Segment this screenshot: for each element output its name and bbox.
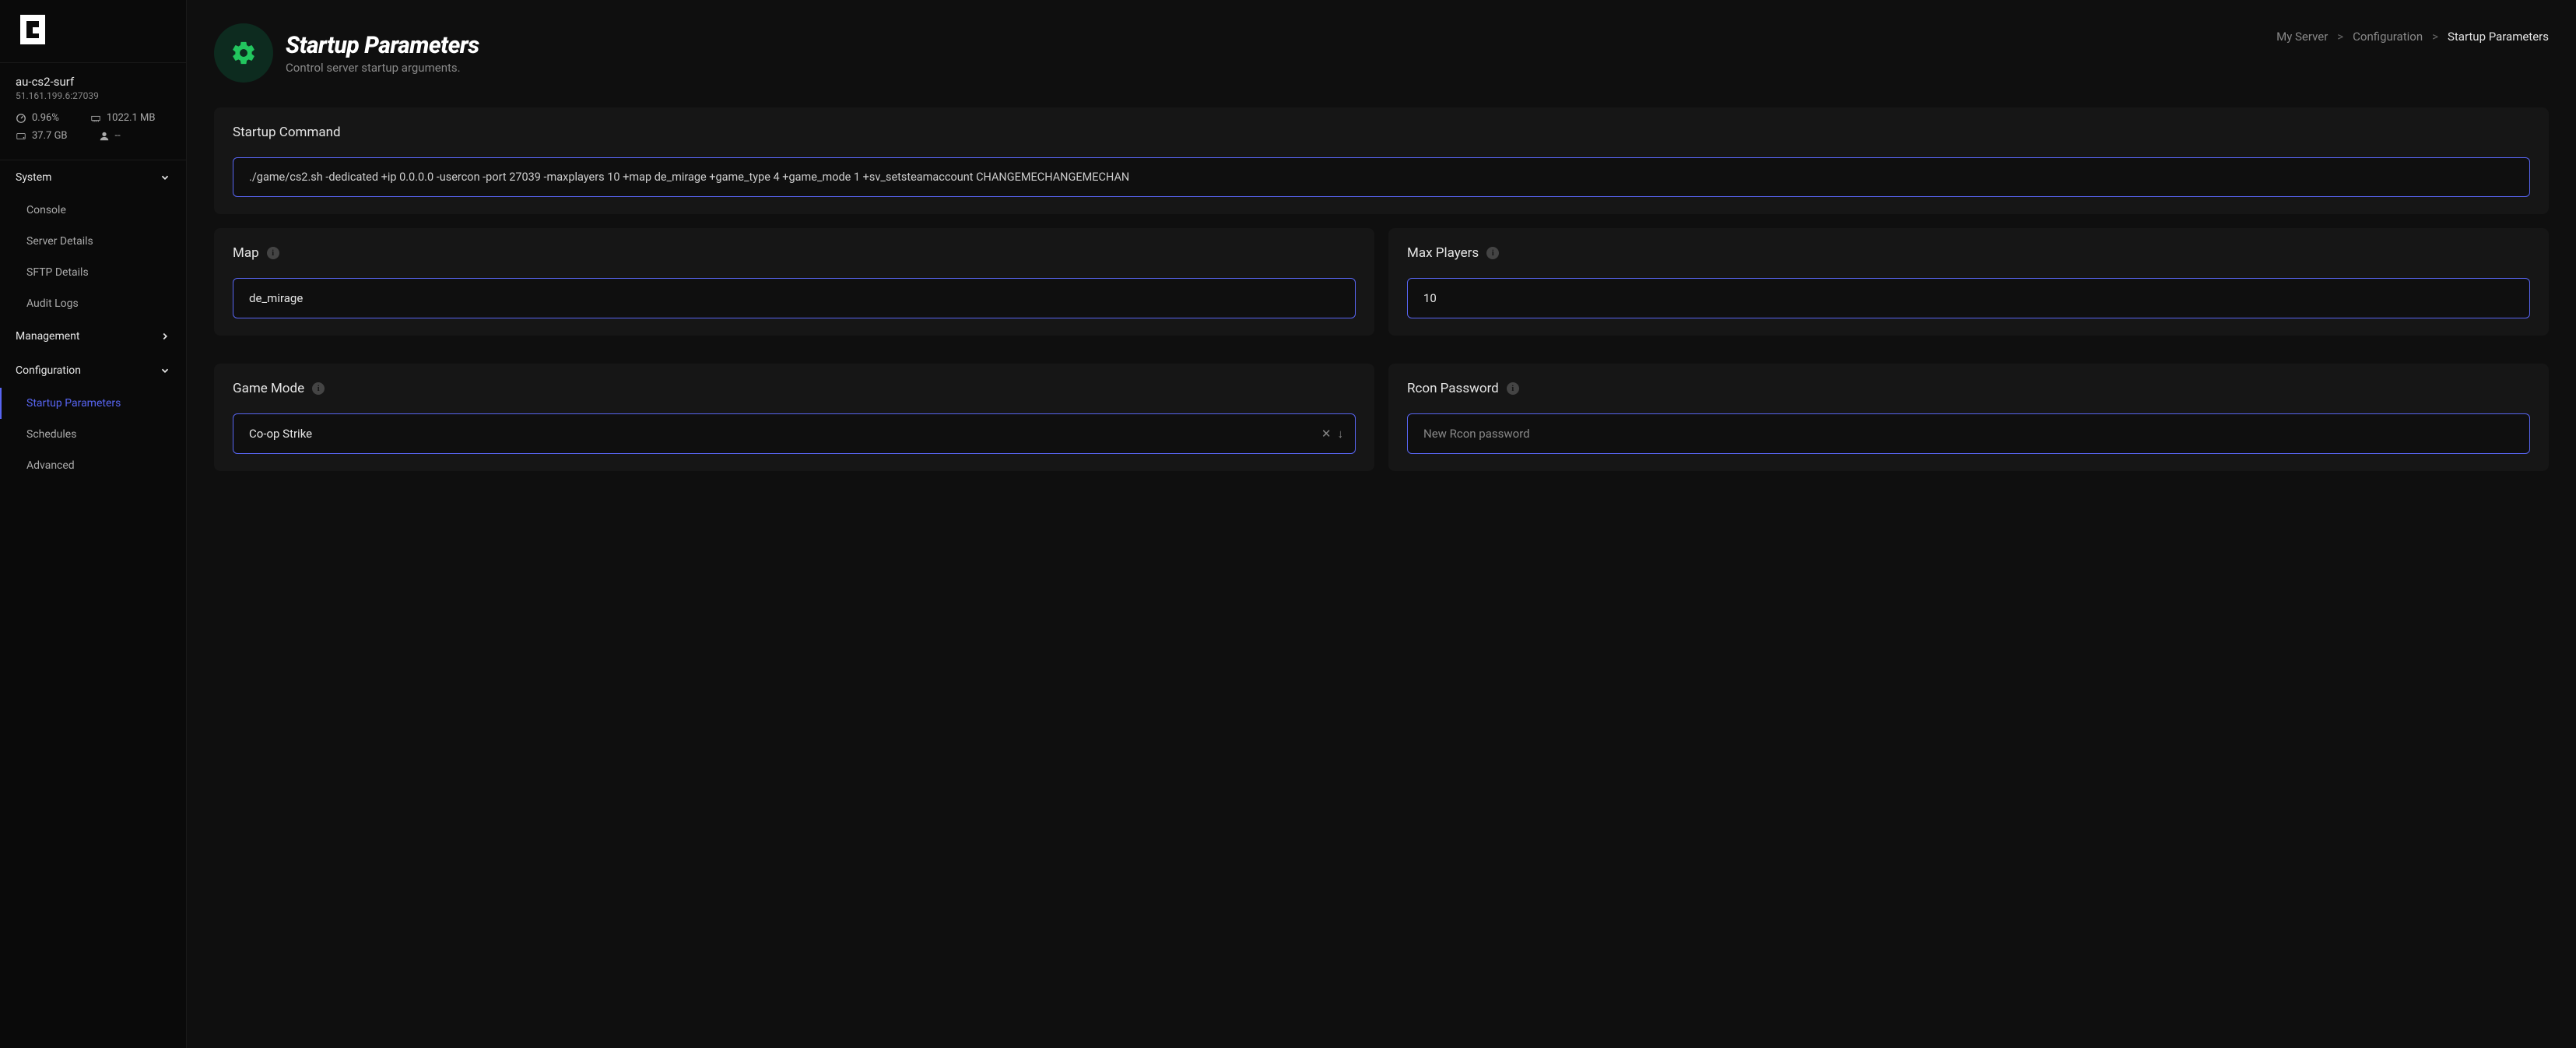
nav-item-schedules[interactable]: Schedules bbox=[0, 419, 186, 450]
max-players-input[interactable] bbox=[1407, 278, 2530, 318]
page-header: Startup Parameters Control server startu… bbox=[214, 23, 2549, 83]
chevron-down-icon bbox=[160, 172, 170, 183]
info-icon[interactable]: i bbox=[267, 247, 279, 259]
nav-item-sftp-details[interactable]: SFTP Details bbox=[0, 257, 186, 288]
card-title: Game Mode bbox=[233, 381, 304, 396]
breadcrumb-current: Startup Parameters bbox=[2448, 30, 2549, 44]
nav-item-startup-parameters[interactable]: Startup Parameters bbox=[0, 388, 186, 419]
chevron-right-icon bbox=[160, 331, 170, 342]
server-address: 51.161.199.6:27039 bbox=[16, 90, 170, 101]
nav-item-audit-logs[interactable]: Audit Logs bbox=[0, 288, 186, 319]
main-content: Startup Parameters Control server startu… bbox=[187, 0, 2576, 1048]
breadcrumb-item[interactable]: My Server bbox=[2276, 30, 2328, 44]
startup-command-value[interactable]: ./game/cs2.sh -dedicated +ip 0.0.0.0 -us… bbox=[233, 157, 2530, 197]
page-title: Startup Parameters bbox=[286, 32, 479, 59]
stat-players: -- bbox=[99, 130, 121, 142]
breadcrumb-separator: > bbox=[2337, 30, 2343, 44]
card-title: Max Players bbox=[1407, 245, 1479, 261]
page-subtitle: Control server startup arguments. bbox=[286, 61, 479, 75]
card-title: Startup Command bbox=[233, 125, 2530, 140]
game-mode-card: Game Mode i ✕ ↓ bbox=[214, 364, 1374, 471]
clear-icon[interactable]: ✕ bbox=[1321, 427, 1332, 441]
user-icon bbox=[99, 131, 110, 142]
dropdown-icon[interactable]: ↓ bbox=[1338, 427, 1344, 441]
breadcrumb-item[interactable]: Configuration bbox=[2353, 30, 2423, 44]
breadcrumb-separator: > bbox=[2432, 30, 2438, 44]
game-mode-select[interactable] bbox=[233, 413, 1356, 454]
gauge-icon bbox=[16, 113, 26, 124]
card-title: Map bbox=[233, 245, 259, 261]
nav-item-console[interactable]: Console bbox=[0, 195, 186, 226]
nav-system: System Console Server Details SFTP Detai… bbox=[0, 160, 186, 319]
nav-header-configuration[interactable]: Configuration bbox=[0, 353, 186, 388]
gear-icon bbox=[214, 23, 273, 83]
disk-icon bbox=[16, 131, 26, 142]
stat-memory: 1022.1 MB bbox=[90, 112, 156, 124]
map-card: Map i bbox=[214, 228, 1374, 336]
rcon-card: Rcon Password i bbox=[1388, 364, 2549, 471]
startup-command-card: Startup Command ./game/cs2.sh -dedicated… bbox=[214, 107, 2549, 214]
nav-header-system[interactable]: System bbox=[0, 160, 186, 195]
server-name: au-cs2-surf bbox=[16, 75, 170, 89]
rcon-password-input[interactable] bbox=[1407, 413, 2530, 454]
nav-item-advanced[interactable]: Advanced bbox=[0, 450, 186, 481]
sidebar: au-cs2-surf 51.161.199.6:27039 0.96% 102… bbox=[0, 0, 187, 1048]
info-icon[interactable]: i bbox=[1486, 247, 1499, 259]
stat-cpu: 0.96% bbox=[16, 112, 59, 124]
max-players-card: Max Players i bbox=[1388, 228, 2549, 336]
card-title: Rcon Password bbox=[1407, 381, 1499, 396]
chevron-down-icon bbox=[160, 365, 170, 376]
nav-configuration: Configuration Startup Parameters Schedul… bbox=[0, 353, 186, 481]
nav-management: Management bbox=[0, 319, 186, 353]
info-icon[interactable]: i bbox=[1507, 382, 1519, 395]
info-icon[interactable]: i bbox=[312, 382, 325, 395]
logo[interactable] bbox=[0, 0, 186, 63]
map-input[interactable] bbox=[233, 278, 1356, 318]
breadcrumb: My Server > Configuration > Startup Para… bbox=[2276, 30, 2549, 44]
nav-item-server-details[interactable]: Server Details bbox=[0, 226, 186, 257]
memory-icon bbox=[90, 113, 101, 124]
server-info: au-cs2-surf 51.161.199.6:27039 0.96% 102… bbox=[0, 63, 186, 160]
stat-disk: 37.7 GB bbox=[16, 130, 68, 142]
nav-header-management[interactable]: Management bbox=[0, 319, 186, 353]
